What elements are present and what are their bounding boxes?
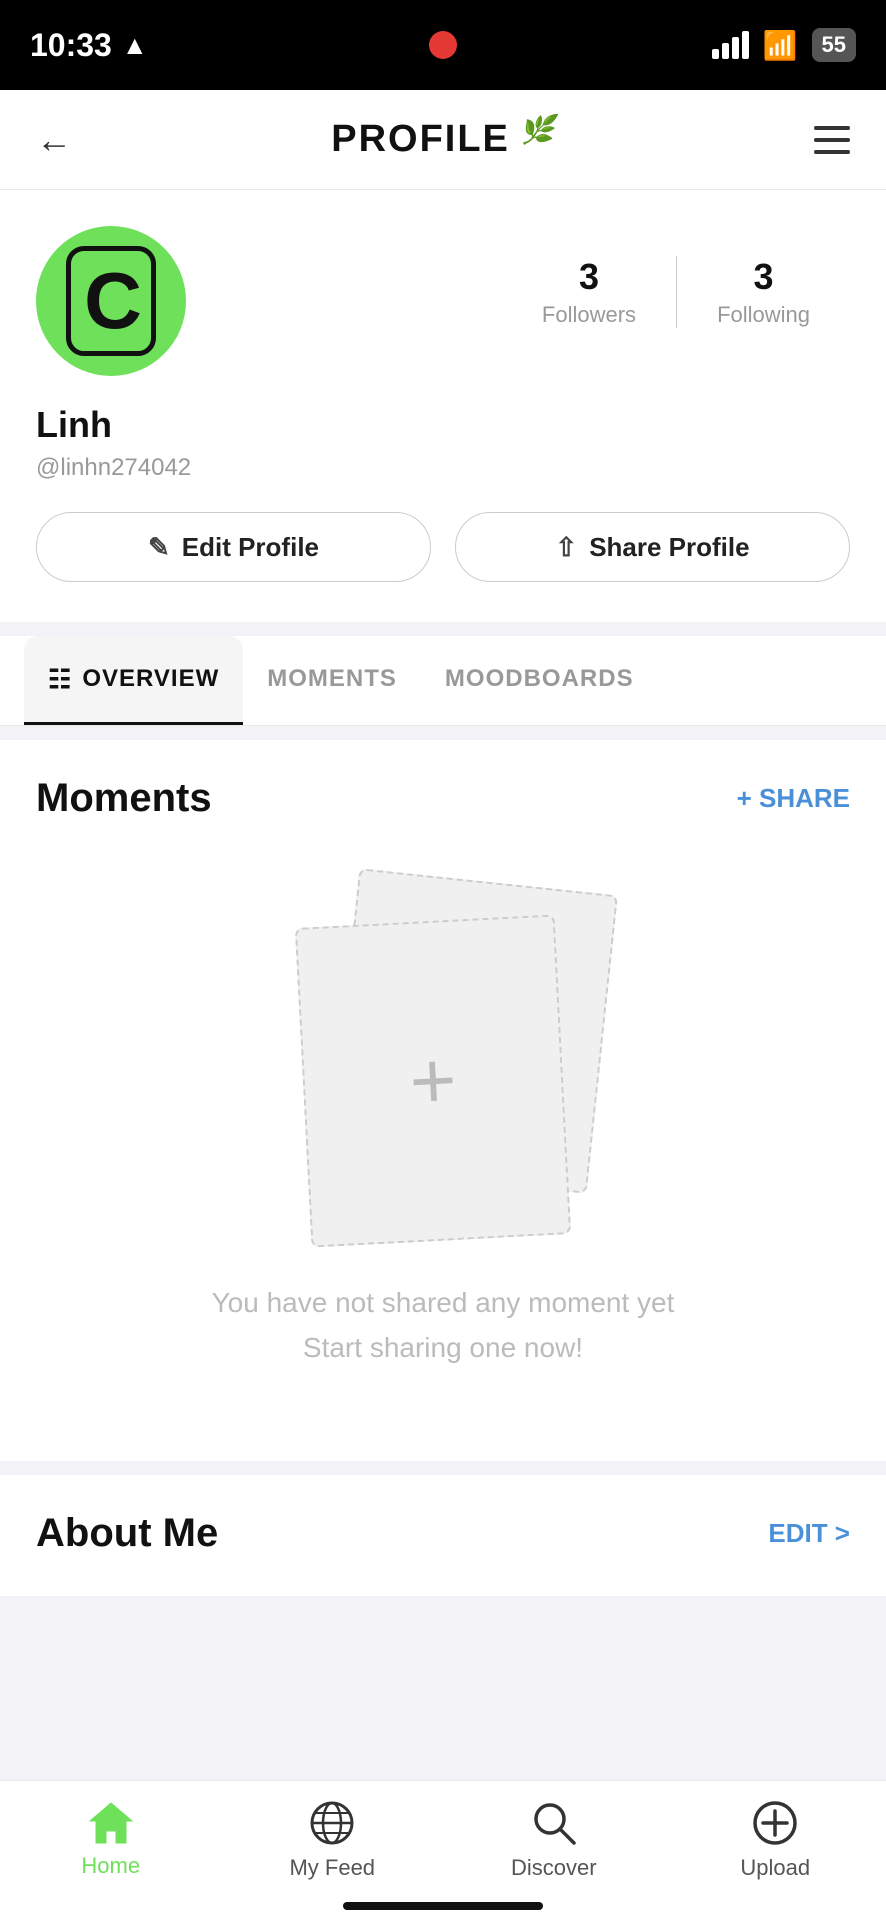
- menu-button[interactable]: [814, 126, 850, 154]
- about-edit-button[interactable]: EDIT >: [768, 1518, 850, 1549]
- share-profile-button[interactable]: ⇧ Share Profile: [455, 512, 850, 582]
- about-section: About Me EDIT >: [0, 1475, 886, 1596]
- nav-home[interactable]: Home: [51, 1799, 171, 1879]
- tab-moments[interactable]: MOMENTS: [243, 636, 421, 725]
- avatar: C: [36, 226, 186, 376]
- about-header: About Me EDIT >: [36, 1511, 850, 1556]
- globe-icon: [308, 1799, 356, 1847]
- battery-icon: 55: [812, 28, 856, 62]
- about-title: About Me: [36, 1511, 218, 1556]
- tab-moodboards[interactable]: MOODBOARDS: [421, 636, 658, 725]
- followers-count: 3: [542, 256, 636, 298]
- moments-header: Moments + SHARE: [36, 776, 850, 821]
- follow-stats: 3 Followers 3 Following: [502, 256, 850, 328]
- share-icon: ⇧: [555, 532, 577, 563]
- following-label: Following: [717, 302, 810, 328]
- profile-actions: ✎ Edit Profile ⇧ Share Profile: [36, 512, 850, 582]
- signal-icon: [712, 31, 749, 59]
- status-icons: 📶 55: [712, 28, 856, 62]
- status-bar: 10:33 ▲ 📶 55: [0, 0, 886, 90]
- status-time: 10:33 ▲: [30, 27, 148, 64]
- nav-discover[interactable]: Discover: [494, 1799, 614, 1881]
- plus-circle-icon: [751, 1799, 799, 1847]
- header: ← PROFILE 🌿: [0, 90, 886, 190]
- wifi-icon: 📶: [763, 29, 798, 62]
- status-notch: [303, 10, 583, 80]
- bottom-nav: Home My Feed Discover Upload: [0, 1780, 886, 1920]
- nav-upload-label: Upload: [740, 1855, 810, 1881]
- followers-stat[interactable]: 3 Followers: [502, 256, 677, 328]
- nav-myfeed[interactable]: My Feed: [272, 1799, 392, 1881]
- followers-label: Followers: [542, 302, 636, 328]
- back-button[interactable]: ←: [36, 119, 72, 161]
- moments-title: Moments: [36, 776, 212, 821]
- header-title-wrap: PROFILE 🌿: [331, 118, 555, 161]
- nav-upload[interactable]: Upload: [715, 1799, 835, 1881]
- tab-overview[interactable]: ☷ OVERVIEW: [24, 636, 243, 725]
- profile-name: Linh: [36, 404, 850, 446]
- tabs-bar: ☷ OVERVIEW MOMENTS MOODBOARDS: [0, 636, 886, 726]
- search-icon: [530, 1799, 578, 1847]
- moments-empty-state: + You have not shared any moment yet Sta…: [36, 851, 850, 1421]
- avatar-letter: C: [66, 246, 156, 356]
- home-indicator: [343, 1902, 543, 1910]
- overview-icon: ☷: [48, 664, 72, 695]
- following-stat[interactable]: 3 Following: [677, 256, 850, 328]
- add-moment-icon: +: [407, 1034, 458, 1128]
- edit-profile-button[interactable]: ✎ Edit Profile: [36, 512, 431, 582]
- nav-home-label: Home: [81, 1853, 140, 1879]
- edit-icon: ✎: [148, 532, 170, 563]
- nav-myfeed-label: My Feed: [289, 1855, 375, 1881]
- location-icon: ▲: [122, 30, 148, 61]
- following-count: 3: [717, 256, 810, 298]
- page-title: PROFILE: [331, 118, 510, 161]
- moments-empty-text: You have not shared any moment yet Start…: [212, 1281, 675, 1371]
- nav-discover-label: Discover: [511, 1855, 597, 1881]
- camera-dot: [429, 31, 457, 59]
- moments-section: Moments + SHARE + You have not shared an…: [0, 740, 886, 1461]
- moments-share-button[interactable]: + SHARE: [737, 783, 850, 814]
- profile-handle: @linhn274042: [36, 454, 850, 482]
- profile-top: C 3 Followers 3 Following: [36, 226, 850, 376]
- profile-section: C 3 Followers 3 Following Linh @linhn274…: [0, 190, 886, 622]
- polaroid-front: +: [295, 914, 571, 1247]
- polaroid-stack: +: [283, 881, 603, 1241]
- crown-deco-icon: 🌿: [520, 113, 555, 147]
- home-icon: [86, 1799, 136, 1845]
